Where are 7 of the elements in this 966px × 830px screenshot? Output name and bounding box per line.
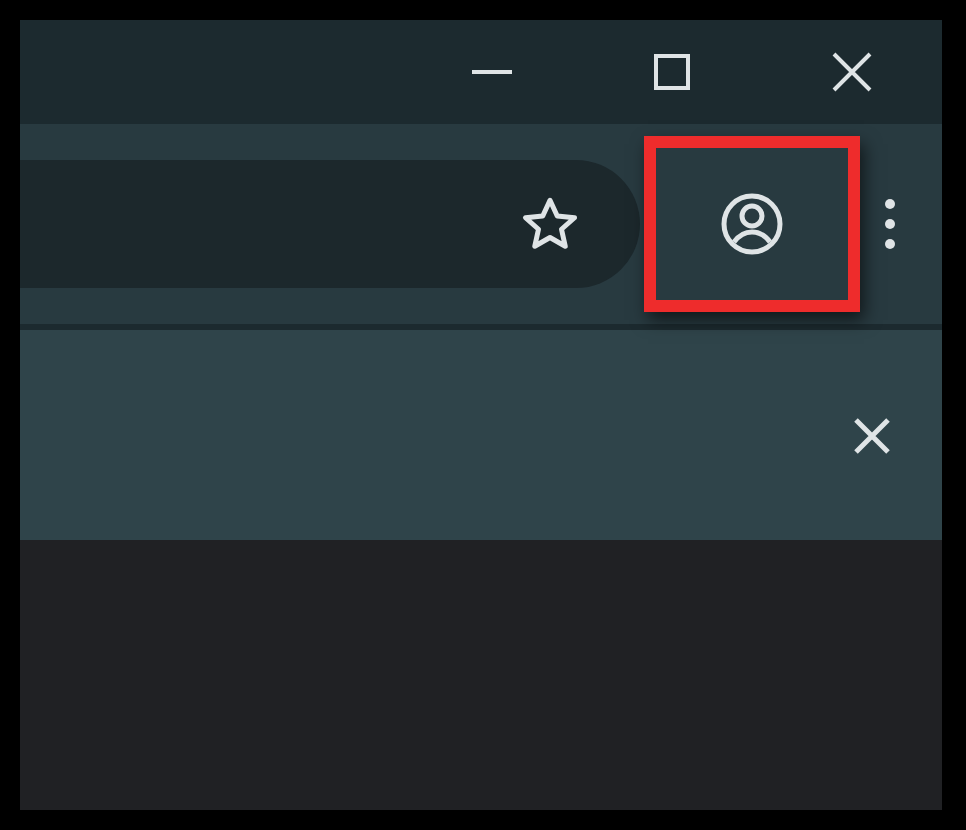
minimize-icon xyxy=(470,70,514,74)
close-icon xyxy=(830,50,874,94)
star-icon[interactable] xyxy=(520,194,580,254)
close-icon xyxy=(852,415,892,455)
profile-icon xyxy=(720,192,784,256)
more-icon xyxy=(884,198,896,250)
maximize-icon xyxy=(650,50,694,94)
